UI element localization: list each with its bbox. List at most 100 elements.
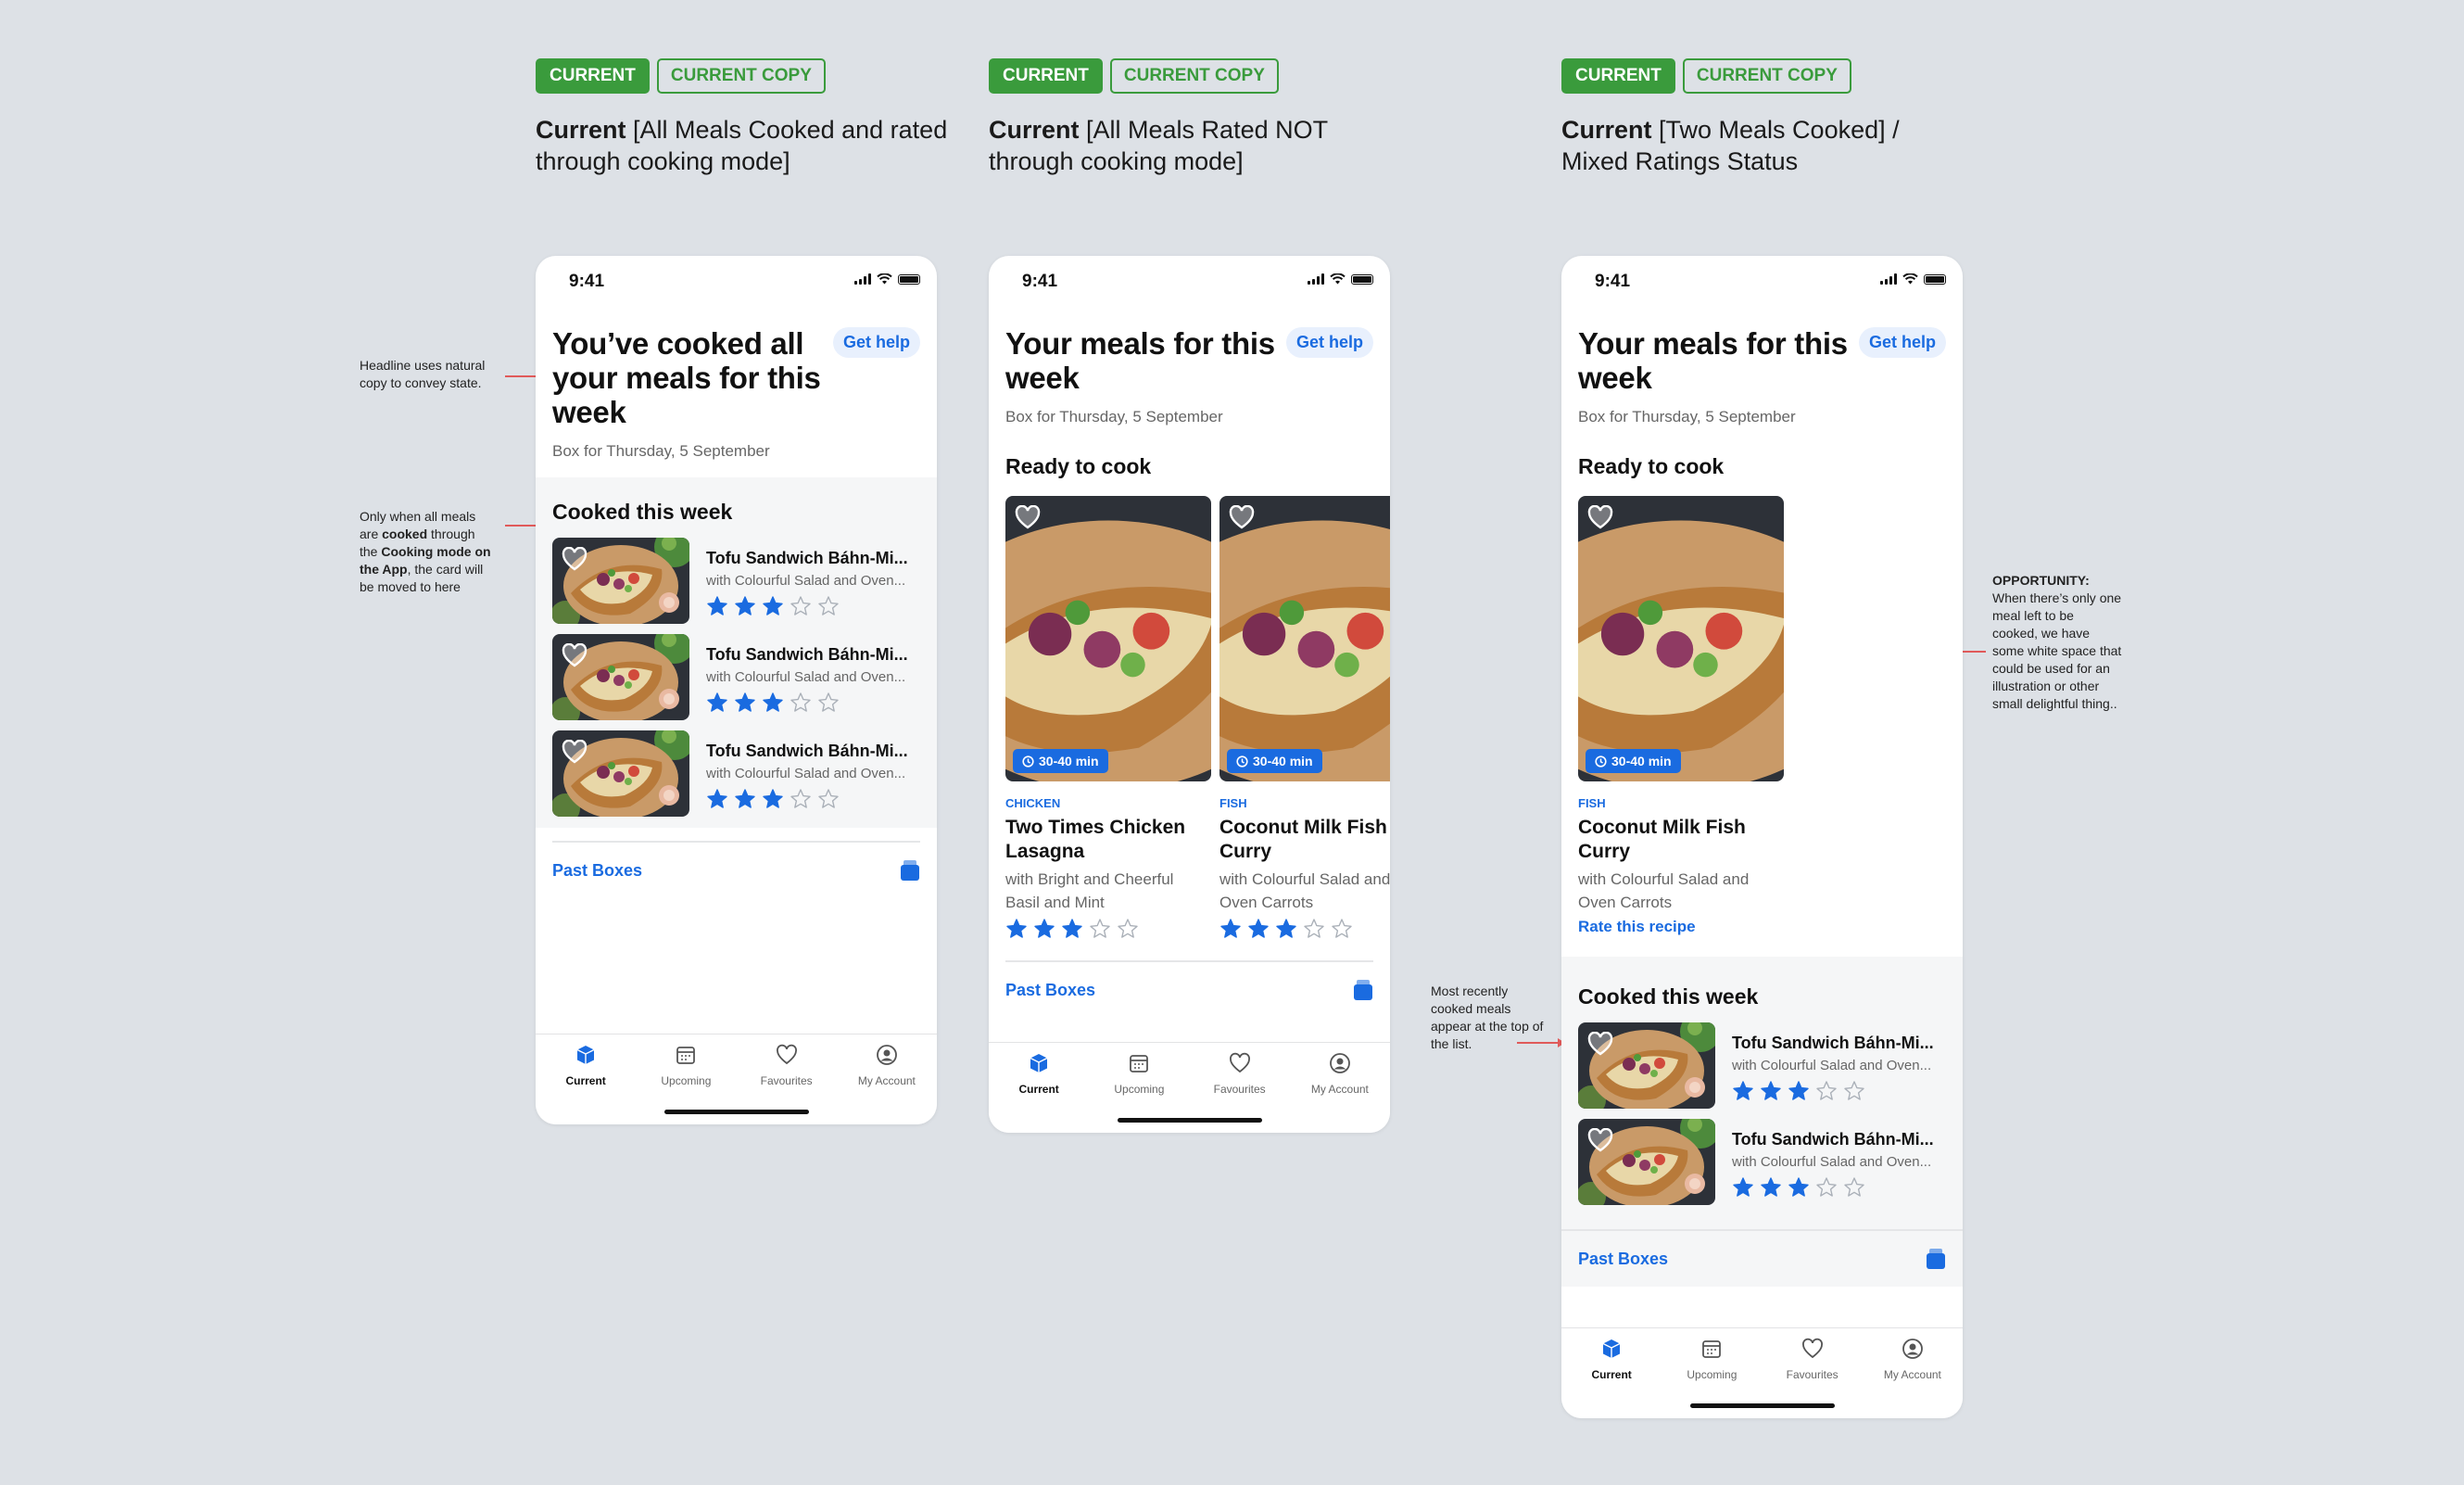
tab-favourites[interactable]: Favourites	[1195, 1052, 1283, 1096]
star-rating[interactable]	[706, 788, 908, 810]
box-date: Box for Thursday, 5 September	[552, 442, 770, 460]
star-empty-icon[interactable]	[790, 788, 812, 810]
tab-my-account[interactable]: My Account	[1295, 1052, 1384, 1096]
star-rating[interactable]	[1005, 918, 1211, 940]
list-item[interactable]: Tofu Sandwich Báhn-Mi... with Colourful …	[536, 538, 937, 624]
list-item[interactable]: Tofu Sandwich Báhn-Mi... with Colourful …	[536, 634, 937, 720]
recipe-card[interactable]: 30-40 min CHICKEN Two Times Chicken Lasa…	[1005, 496, 1211, 940]
star-rating[interactable]	[706, 595, 908, 617]
status-icons	[1880, 273, 1946, 285]
star-filled-icon[interactable]	[1247, 918, 1270, 940]
annotation-cooked-mode: Only when all meals are cooked through t…	[360, 509, 491, 594]
tab-bar: Current Upcoming Favourites My Account	[536, 1034, 937, 1124]
star-empty-icon[interactable]	[1843, 1080, 1865, 1102]
star-rating[interactable]	[1732, 1080, 1934, 1102]
wifi-icon	[1902, 273, 1918, 285]
star-filled-icon[interactable]	[1732, 1176, 1754, 1199]
recipe-image: 30-40 min	[1005, 496, 1211, 781]
tab-label: Upcoming	[1114, 1083, 1165, 1096]
star-filled-icon[interactable]	[762, 788, 784, 810]
star-empty-icon[interactable]	[1089, 918, 1111, 940]
recipe-name: Tofu Sandwich Báhn-Mi...	[706, 645, 908, 664]
tab-current[interactable]: Current	[1568, 1338, 1656, 1381]
star-filled-icon[interactable]	[706, 595, 728, 617]
star-filled-icon[interactable]	[1788, 1080, 1810, 1102]
star-empty-icon[interactable]	[817, 692, 840, 714]
annotation-headline: Headline uses natural copy to convey sta…	[360, 358, 486, 390]
star-rating[interactable]	[1219, 918, 1390, 940]
tag-current-copy: CURRENT COPY	[1682, 58, 1851, 94]
cook-time-badge: 30-40 min	[1013, 749, 1108, 773]
recipe-thumbnail	[1578, 1119, 1715, 1205]
tab-favourites[interactable]: Favourites	[1768, 1338, 1856, 1381]
star-filled-icon[interactable]	[734, 788, 756, 810]
star-filled-icon[interactable]	[1732, 1080, 1754, 1102]
tab-upcoming[interactable]: Upcoming	[1095, 1052, 1183, 1096]
past-boxes-link[interactable]: Past Boxes	[552, 841, 920, 898]
page-headline: You’ve cooked all your meals for this we…	[552, 326, 821, 429]
tab-my-account[interactable]: My Account	[842, 1044, 930, 1087]
star-rating[interactable]	[706, 692, 908, 714]
home-indicator	[1689, 1403, 1835, 1408]
cook-time-badge: 30-40 min	[1586, 749, 1681, 773]
recipe-image: 30-40 min	[1578, 496, 1784, 781]
star-filled-icon[interactable]	[1061, 918, 1083, 940]
tab-current[interactable]: Current	[995, 1052, 1083, 1096]
rate-recipe-link[interactable]: Rate this recipe	[1578, 918, 1784, 936]
recipe-card[interactable]: 30-40 min FISH Coconut Milk Fish Curry w…	[1219, 496, 1390, 940]
star-empty-icon[interactable]	[1815, 1080, 1838, 1102]
star-filled-icon[interactable]	[706, 692, 728, 714]
recipe-subtitle: with Colourful Salad and Oven...	[706, 766, 906, 781]
tab-upcoming[interactable]: Upcoming	[642, 1044, 730, 1087]
recipe-card[interactable]: 30-40 min FISH Coconut Milk Fish Curry w…	[1578, 496, 1784, 936]
box-icon	[575, 1044, 597, 1071]
star-filled-icon[interactable]	[1760, 1176, 1782, 1199]
recipe-image: 30-40 min	[1219, 496, 1390, 781]
star-filled-icon[interactable]	[1275, 918, 1297, 940]
star-filled-icon[interactable]	[1788, 1176, 1810, 1199]
star-empty-icon[interactable]	[817, 788, 840, 810]
get-help-button[interactable]: Get help	[1858, 327, 1946, 358]
star-empty-icon[interactable]	[1815, 1176, 1838, 1199]
star-filled-icon[interactable]	[706, 788, 728, 810]
tag-current-copy: CURRENT COPY	[1109, 58, 1279, 94]
star-empty-icon[interactable]	[1843, 1176, 1865, 1199]
recipe-name: Two Times Chicken Lasagna	[1005, 817, 1186, 862]
recipe-subtitle: with Colourful Salad and Oven...	[706, 669, 906, 685]
box-icon	[1600, 1338, 1623, 1364]
list-item[interactable]: Tofu Sandwich Báhn-Mi... with Colourful …	[1561, 1119, 1963, 1205]
list-item[interactable]: Tofu Sandwich Báhn-Mi... with Colourful …	[536, 730, 937, 817]
past-boxes-link[interactable]: Past Boxes	[1005, 960, 1373, 1018]
star-rating[interactable]	[1732, 1176, 1934, 1199]
annotation-arrow	[1517, 1038, 1565, 1047]
recipe-subtitle-line2: Oven Carrots	[1219, 894, 1314, 911]
star-filled-icon[interactable]	[762, 692, 784, 714]
star-filled-icon[interactable]	[762, 595, 784, 617]
star-empty-icon[interactable]	[1117, 918, 1139, 940]
get-help-button[interactable]: Get help	[832, 327, 920, 358]
status-bar: 9:41	[989, 256, 1390, 304]
get-help-button[interactable]: Get help	[1285, 327, 1373, 358]
star-filled-icon[interactable]	[1760, 1080, 1782, 1102]
recipe-carousel[interactable]: 30-40 min CHICKEN Two Times Chicken Lasa…	[989, 496, 1390, 940]
star-filled-icon[interactable]	[734, 595, 756, 617]
star-empty-icon[interactable]	[790, 692, 812, 714]
tab-upcoming[interactable]: Upcoming	[1668, 1338, 1756, 1381]
tab-favourites[interactable]: Favourites	[742, 1044, 830, 1087]
past-boxes-link[interactable]: Past Boxes	[1561, 1229, 1963, 1287]
star-empty-icon[interactable]	[790, 595, 812, 617]
star-filled-icon[interactable]	[1005, 918, 1028, 940]
star-filled-icon[interactable]	[734, 692, 756, 714]
star-empty-icon[interactable]	[817, 595, 840, 617]
star-filled-icon[interactable]	[1219, 918, 1242, 940]
star-empty-icon[interactable]	[1331, 918, 1353, 940]
recipe-name: Tofu Sandwich Báhn-Mi...	[1732, 1034, 1934, 1052]
star-empty-icon[interactable]	[1303, 918, 1325, 940]
heart-icon	[1229, 1052, 1251, 1079]
tab-my-account[interactable]: My Account	[1868, 1338, 1956, 1381]
star-filled-icon[interactable]	[1033, 918, 1055, 940]
tab-current[interactable]: Current	[542, 1044, 630, 1087]
recipe-name: Coconut Milk Fish Curry	[1578, 817, 1746, 862]
list-item[interactable]: Tofu Sandwich Báhn-Mi... with Colourful …	[1561, 1022, 1963, 1109]
recipe-name: Tofu Sandwich Báhn-Mi...	[706, 742, 908, 760]
